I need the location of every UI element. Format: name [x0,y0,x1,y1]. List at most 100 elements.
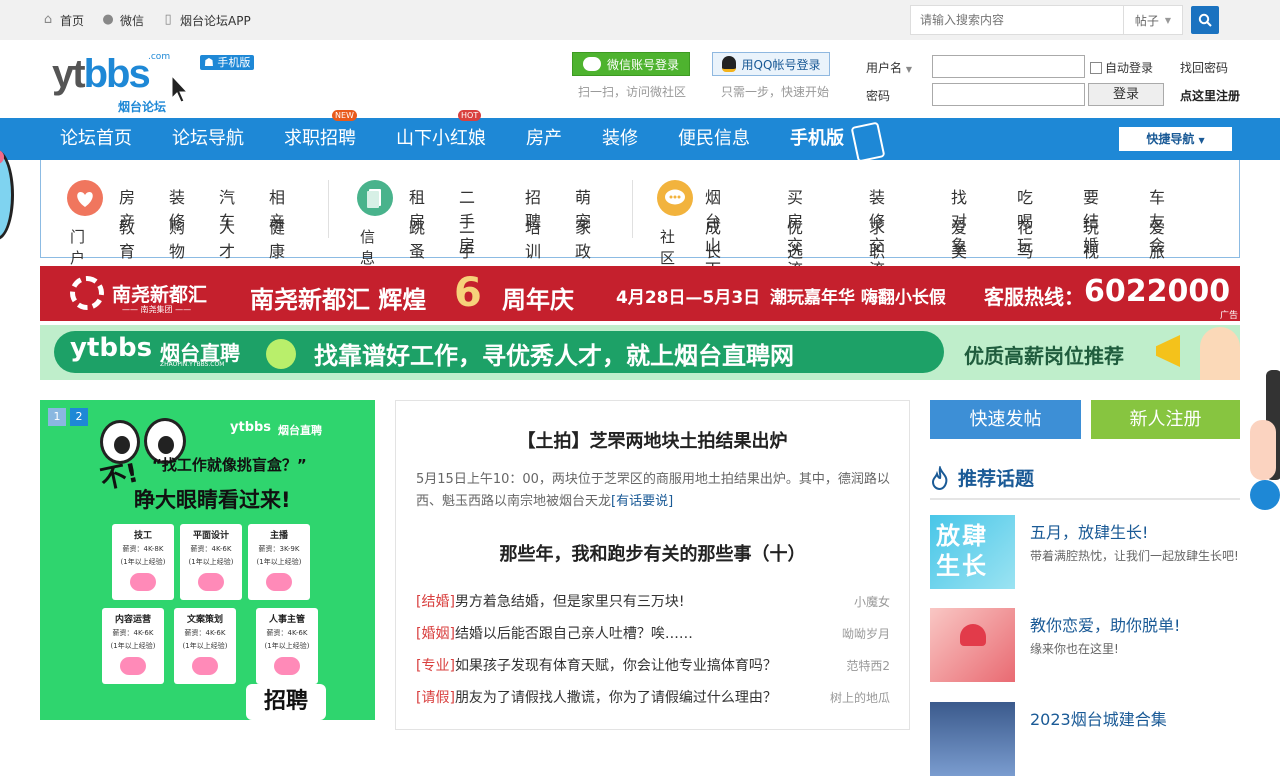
list-item[interactable]: [结婚]男方着急结婚，但是家里只有三万块! 小魔女 [416,591,890,611]
category-link[interactable]: 健康 [269,214,285,262]
topic-thumbnail[interactable] [930,702,1015,776]
heart-box-icon [274,657,300,675]
topic-thumbnail[interactable]: 放肆生长 [930,515,1015,589]
wechat-login-sub: 扫一扫，访问微社区 [578,85,687,99]
ad-label: 广告 [1220,311,1239,321]
category-box: 门户 房产 装修 汽车 相亲 教育 购物 人才 健康 信息 租房 二手房 招聘 … [40,160,1240,309]
topic-title[interactable]: 五月，放肆生长! [1030,519,1148,543]
category-link[interactable]: 购物 [169,214,185,262]
nav-realestate[interactable]: 房产 [526,118,562,160]
right-float-decoration[interactable] [1250,370,1280,520]
heart-box-icon [192,657,218,675]
author[interactable]: 范特西2 [846,657,890,674]
topic-title[interactable]: 教你恋爱，助你脱单! [1030,612,1180,636]
job-card[interactable]: 平面设计 薪资：4K-6K (1年以上经验) [180,524,242,600]
job-card[interactable]: 人事主管 薪资：4K-6K (1年以上经验) [256,608,318,684]
ad-event: 潮玩嘉年华 嗨翻小长假 [770,288,946,308]
topic-item[interactable]: 教你恋爱，助你脱单! 缘来你也在这里! [930,608,1240,682]
topic-thumbnail[interactable] [930,608,1015,682]
category-title[interactable]: 社区 [660,226,675,268]
author[interactable]: 呦呦岁月 [842,625,890,642]
job-card[interactable]: 技工 薪资：4K-8K (1年以上经验) [112,524,174,600]
comment-link[interactable]: [有话要说] [611,494,673,509]
search-button[interactable] [1191,6,1219,34]
home-link[interactable]: ⌂ 首页 [40,12,84,29]
job-card[interactable]: 文案策划 薪资：4K-6K (1年以上经验) [174,608,236,684]
slider-recruit: 招聘 [246,684,326,720]
job-card[interactable]: 主播 薪资：3K-9K (1年以上经验) [248,524,310,600]
topic-title[interactable]: 2023烟台城建合集 [1030,706,1167,730]
category-link[interactable]: 人才 [219,214,235,262]
author[interactable]: 小魔女 [854,593,890,610]
slider-dot-2[interactable]: 2 [70,408,88,426]
chat-icon[interactable] [657,180,693,216]
site-logo[interactable]: ytbbs .com 烟台论坛 [52,50,192,114]
new-user-register-button[interactable]: 新人注册 [1091,400,1240,439]
category-link[interactable]: 培训 [525,214,541,262]
ad-hotline-label: 客服热线： [984,285,1084,309]
nav-local-info[interactable]: 便民信息 [678,118,750,160]
ad2-zp-sub: ZHAOPIN.YTBBS.COM [160,361,225,368]
nav-decoration[interactable]: 装修 [602,118,638,160]
search-type-select[interactable]: 帖子 ▼ [1123,5,1183,35]
caret-down-icon: ▼ [1198,136,1205,145]
heart-box-icon [130,573,156,591]
username-input[interactable] [932,55,1085,78]
ad-phone: 6022000 [1084,274,1231,309]
nav-jobs[interactable]: 求职招聘 NEW [284,110,357,160]
quick-post-button[interactable]: 快速发帖 [930,400,1081,439]
quick-nav-button[interactable]: 快捷导航 ▼ [1119,127,1232,151]
slider-brand: ytbbs [230,420,272,435]
nav-mobile[interactable]: 手机版 [790,118,886,163]
slider-dot-1[interactable]: 1 [48,408,66,426]
left-float-decoration[interactable] [0,150,14,240]
register-link[interactable]: 点这里注册 [1180,87,1240,104]
recruitment-slider[interactable]: 1 2 ytbbs 烟台直聘 “找工作就像挑盲盒？” 不! 睁大眼睛看过来! 技… [40,400,375,720]
mobile-version-badge[interactable]: ☗ 手机版 [200,55,255,70]
qq-login-button[interactable]: 用QQ帐号登录 [712,52,830,76]
topic-desc: 带着满腔热忱，让我们一起放肆生长吧! [1030,549,1239,563]
auto-login-checkbox[interactable] [1090,61,1102,74]
character-illustration [1200,327,1240,380]
author[interactable]: 树上的地瓜 [830,689,890,706]
caret-down-icon: ▼ [905,65,912,74]
app-link[interactable]: ▯ 烟台论坛APP [160,12,250,29]
topic-item[interactable]: 放肆生长 五月，放肆生长! 带着满腔热忱，让我们一起放肆生长吧! [930,515,1240,589]
recruitment-banner-ad[interactable]: ytbbs 烟台直聘 ZHAOPIN.YTBBS.COM 找靠谱好工作，寻优秀人… [40,325,1240,380]
top-links: ⌂ 首页 ● 微信 ▯ 烟台论坛APP [40,0,251,40]
category-link[interactable]: 家政 [575,214,591,262]
heart-icon[interactable] [67,180,103,216]
category-title[interactable]: 门户 [70,226,85,268]
wechat-login-button[interactable]: 微信账号登录 [572,52,690,76]
list-item[interactable]: [婚姻]结婚以后能否跟自己亲人吐槽？唉…… 呦呦岁月 [416,623,890,643]
nav-forum-guide[interactable]: 论坛导航 [172,118,244,160]
divider [328,180,329,238]
wechat-icon [582,57,601,71]
wechat-link[interactable]: ● 微信 [100,12,144,29]
auto-login[interactable]: 自动登录 [1090,59,1153,76]
slider-quote: “找工作就像挑盲盒？” [152,456,307,474]
job-card[interactable]: 内容运营 薪资：4K-6K (1年以上经验) [102,608,164,684]
category-link[interactable]: 教育 [119,214,135,262]
password-input[interactable] [932,83,1085,106]
nav-forum-home[interactable]: 论坛首页 [60,118,132,160]
headline-2[interactable]: 那些年，我和跑步有关的那些事（十） [396,540,909,566]
topic-item[interactable]: 2023烟台城建合集 [930,702,1240,776]
category-link[interactable]: 跳蚤 [409,214,425,262]
forgot-password-link[interactable]: 找回密码 [1180,59,1228,76]
search-input[interactable] [910,5,1123,35]
heart-box-icon [266,573,292,591]
flame-icon [931,466,948,490]
document-icon[interactable] [357,180,393,216]
qq-login-sub: 只需一步，快速开始 [721,85,830,99]
heart-balloon-icon [960,624,986,646]
category-title[interactable]: 信息 [360,226,375,268]
ad-dates: 4月28日—5月3日 [616,288,761,308]
anniversary-banner-ad[interactable]: 南尧新都汇 —— 南尧集团 —— 南尧新都汇 辉煌 6 周年庆 4月28日—5月… [40,266,1240,321]
list-item[interactable]: [请假]朋友为了请假找人撒谎，你为了请假编过什么理由？ 树上的地瓜 [416,687,890,707]
list-item[interactable]: [专业]如果孩子发现有体育天赋，你会让他专业搞体育吗？ 范特西2 [416,655,890,675]
headline-1[interactable]: 【土拍】芝罘两地块土拍结果出炉 [396,427,909,453]
login-button[interactable]: 登录 [1088,83,1164,106]
nav-matchmaker[interactable]: 山下小红娘 HOT [396,110,486,160]
username-label[interactable]: 用户名 ▼ [866,59,912,76]
